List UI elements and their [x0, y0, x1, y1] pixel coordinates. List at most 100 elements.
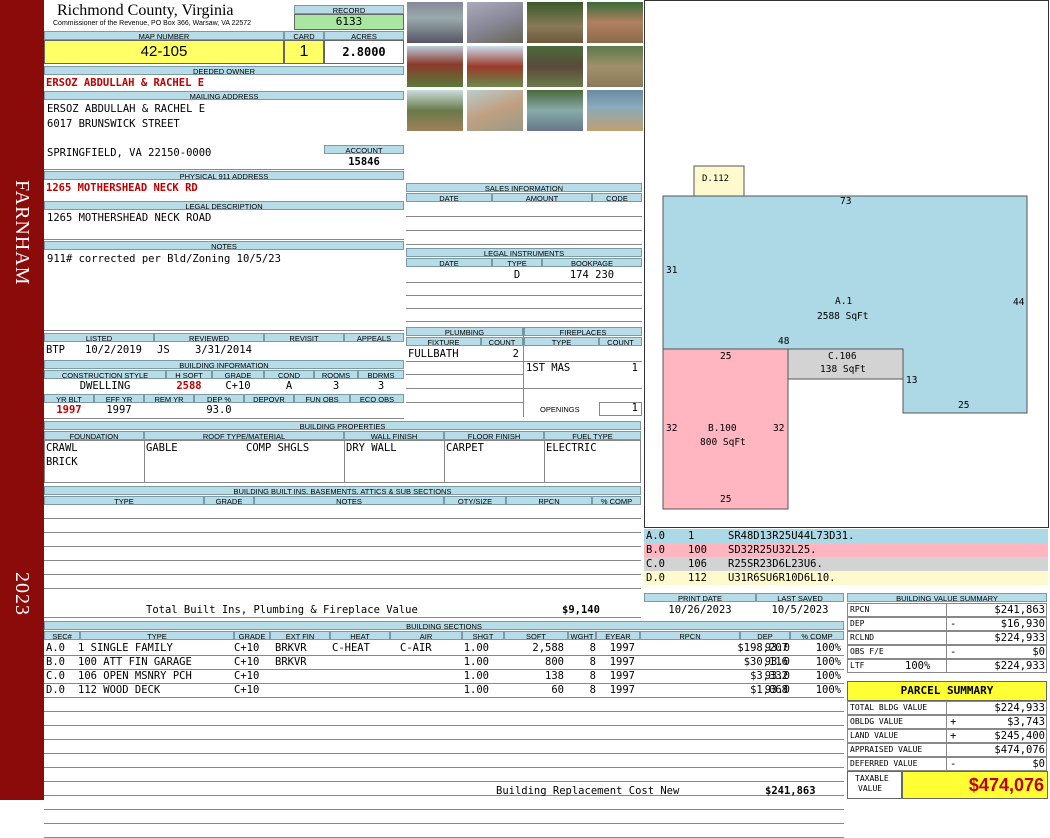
property-photo-6[interactable] — [466, 45, 524, 88]
notes-text: 911# corrected per Bld/Zoning 10/5/23 — [47, 253, 281, 265]
taxable-label-1: TAXABLE — [855, 774, 889, 783]
legend-code: C.0 — [646, 558, 665, 570]
dim-b-top: 25 — [720, 351, 732, 362]
col-floor-finish: FLOOR FINISH — [444, 431, 544, 440]
col-inst-date: DATE — [406, 258, 492, 267]
bvs-header: BUILDING VALUE SUMMARY — [847, 593, 1047, 602]
col-sale-date: DATE — [406, 193, 492, 202]
fireplace-count: 1 — [631, 362, 638, 374]
col-foundation: FOUNDATION — [44, 431, 144, 440]
section-cell-sqft: 800 — [545, 656, 564, 668]
legend-num: 112 — [688, 572, 707, 584]
property-photo-11[interactable] — [526, 89, 584, 132]
section-cell-type: 106 OPEN MSNRY PCH — [78, 670, 192, 682]
taxable-label-2: VALUE — [858, 784, 883, 793]
col-hsqft: H SQFT — [166, 370, 212, 379]
section-cell-shgt: 1.00 — [463, 670, 489, 682]
section-cell-grade: C+10 — [234, 642, 260, 654]
card-number: 1 — [284, 40, 324, 64]
bedrooms: 3 — [377, 380, 385, 392]
property-photo-8[interactable] — [586, 45, 644, 88]
col-bi-comp: % COMP — [592, 496, 641, 505]
dim-right-a: 44 — [1013, 297, 1025, 308]
col-yr-blt: YR BLT — [44, 394, 94, 403]
deeded-owner-header: DEEDED OWNER — [44, 66, 404, 75]
bvs-value: $16,930 — [1000, 618, 1045, 630]
floor-finish: CARPET — [446, 442, 484, 454]
mailing-line-3: SPRINGFIELD, VA 22150-0000 — [47, 147, 212, 159]
revisit-header: REVISIT — [264, 333, 344, 342]
bvs-label: LTF — [850, 661, 865, 670]
col-sale-amount: AMOUNT — [492, 193, 592, 202]
dim-bottom-a: 25 — [958, 400, 970, 411]
section-cell-dep: 93.0 — [764, 642, 790, 654]
bvs-label: DEP — [850, 619, 865, 628]
col-fixture: FIXTURE — [406, 337, 481, 346]
property-photo-7[interactable] — [526, 45, 584, 88]
col-grade: GRADE — [212, 370, 264, 379]
legend-code: B.0 — [646, 544, 665, 556]
property-photo-1[interactable] — [406, 1, 464, 44]
sketch-b-area: 800 SqFt — [700, 437, 746, 448]
col-fp-type: TYPE — [524, 337, 599, 346]
section-cell-shgt: 1.00 — [463, 656, 489, 668]
property-photo-2[interactable] — [466, 1, 524, 44]
last-saved: 10/5/2023 — [771, 604, 829, 616]
deeded-owner-name: ERSOZ ABDULLAH & RACHEL E — [46, 77, 205, 89]
legend-vector: R25SR23D6L23U6. — [728, 558, 823, 570]
physical-address-header: PHYSICAL 911 ADDRESS — [44, 171, 404, 180]
section-cell-sqft: 138 — [545, 670, 564, 682]
col-construction-style: CONSTRUCTION STYLE — [44, 370, 166, 379]
property-photo-4[interactable] — [586, 1, 644, 44]
print-date: 10/26/2023 — [668, 604, 732, 616]
fuel-type: ELECTRIC — [546, 442, 597, 454]
builtins-header: BUILDING BUILT INS, BASEMENTS, ATTICS & … — [44, 486, 641, 495]
col-inst-type: TYPE — [492, 258, 542, 267]
legend-code: D.0 — [646, 572, 665, 584]
dim-top: 73 — [840, 196, 852, 207]
legal-description-header: LEGAL DESCRIPTION — [44, 201, 404, 210]
mailing-line-2: 6017 BRUNSWICK STREET — [47, 118, 180, 130]
appeals-header: APPEALS — [344, 333, 404, 342]
section-cell-grade: C+10 — [234, 684, 260, 696]
property-photo-10[interactable] — [466, 89, 524, 132]
section-cell-wght: 8 — [589, 642, 596, 654]
parcel-value: $0 — [1032, 758, 1045, 770]
instrument-type: D — [513, 269, 521, 281]
col-eco-obs: ECO OBS — [350, 394, 404, 403]
last-saved-header: LAST SAVED — [756, 593, 844, 602]
builtins-total: $9,140 — [562, 604, 600, 616]
section-cell-dep: 93.0 — [764, 656, 790, 668]
legend-num: 100 — [688, 544, 707, 556]
parcel-value: $224,933 — [994, 702, 1045, 714]
property-photo-5[interactable] — [406, 45, 464, 88]
plumbing-header: PLUMBING — [406, 327, 523, 336]
sketch-a-area: 2588 SqFt — [817, 311, 869, 322]
col-sec-eyear: EYEAR — [596, 631, 640, 640]
property-photo-3[interactable] — [526, 1, 584, 44]
property-photo-12[interactable] — [586, 89, 644, 132]
commissioner-address: Commissioner of the Revenue, PO Box 366,… — [53, 20, 252, 27]
col-cond: COND — [264, 370, 314, 379]
col-sec-shgt: SHGT — [462, 631, 504, 640]
section-cell-comp: 100% — [815, 642, 841, 654]
section-cell-heat: C-HEAT — [332, 642, 370, 654]
col-sec-sqft: SQFT — [504, 631, 568, 640]
openings-label: OPENINGS — [540, 405, 580, 414]
col-dep-pct: DEP % — [194, 394, 244, 403]
dim-13: 13 — [906, 375, 918, 386]
district-sidebar: FARNHAM 2023 — [0, 0, 44, 800]
parcel-label: OBLDG VALUE — [850, 717, 903, 726]
col-inst-bookpage: BOOKPAGE — [542, 258, 642, 267]
acres-value: 2.8000 — [324, 40, 404, 64]
taxable-value: $474,076 — [902, 771, 1048, 799]
section-cell-grade: C+10 — [234, 656, 260, 668]
roof-material: COMP SHGLS — [246, 442, 310, 454]
col-sec-ext-fin: EXT FIN — [270, 631, 330, 640]
depreciation-pct: 93.0 — [206, 404, 232, 416]
reviewed-date: 3/31/2014 — [195, 344, 252, 356]
col-fp-count: COUNT — [599, 337, 642, 346]
section-cell-dep: 93.0 — [764, 684, 790, 696]
property-photo-9[interactable] — [406, 89, 464, 132]
account-number: 15846 — [348, 156, 380, 168]
